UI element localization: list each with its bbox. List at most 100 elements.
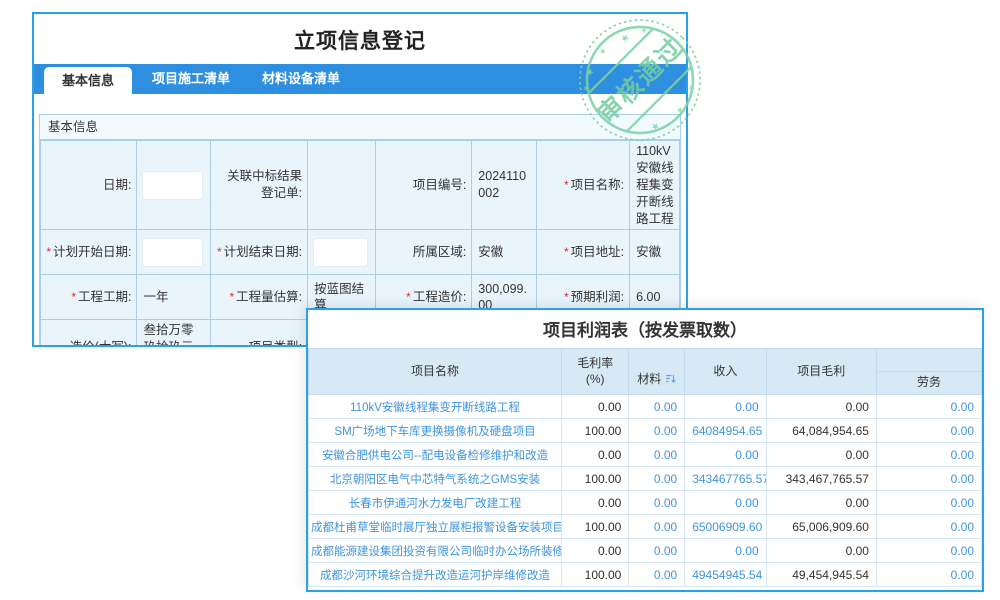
required-asterisk: * [564,245,569,259]
gross-margin-value: 100.00 [562,563,629,587]
gross-profit-value: 343,467,765.57 [766,467,876,491]
field-value [308,141,376,230]
project-name-link[interactable]: SM广场地下车库更换摄像机及硬盘项目 [309,419,562,443]
required-asterisk: * [46,245,51,259]
page: { "colors": { "panel_border": "#2aa3e3",… [0,0,1000,600]
sort-icon[interactable] [665,373,676,384]
field-label: 项目类型: [210,320,307,347]
table-row: 成都杜甫草堂临时展厅独立展柜报警设备安装项目100.000.0065006909… [309,515,982,539]
field-value [308,230,376,275]
table-row: 安徽合肥供电公司--配电设备检修维护和改造0.000.000.000.000.0… [309,443,982,467]
income-value: 0.00 [685,539,766,563]
profit-panel: 项目利润表（按发票取数） 项目名称 毛利率 (%) 材料 收入 项目毛利 劳务 … [306,308,984,592]
labor-value: 0.00 [876,419,981,443]
field-label: 日期: [41,141,137,230]
field-label: *工程工期: [41,275,137,320]
project-name-link[interactable]: 长春市伊通河水力发电厂改建工程 [309,491,562,515]
project-name-link[interactable]: 成都杜甫草堂临时展厅独立展柜报警设备安装项目 [309,515,562,539]
income-value: 49454945.54 [685,563,766,587]
income-value: 0.00 [685,491,766,515]
field-label: *项目名称: [536,141,629,230]
col-header-material-label: 材料 [637,372,661,386]
table-row: 110kV安徽线程集变开断线路工程0.000.000.000.000.00 [309,395,982,419]
income-value: 0.00 [685,443,766,467]
table-row: 成都能源建设集团投资有限公司临时办公场所装修改0.000.000.000.000… [309,539,982,563]
field-value: 一年 [137,275,210,320]
date-input-redacted[interactable] [314,239,367,266]
gross-profit-value: 0.00 [766,491,876,515]
labor-value: 0.00 [876,539,981,563]
required-asterisk: * [71,290,76,304]
required-asterisk: * [564,290,569,304]
tab-construction-list[interactable]: 项目施工清单 [136,64,246,94]
material-value: 0.00 [629,467,685,491]
field-label: *计划结束日期: [210,230,307,275]
field-value: 安徽 [630,230,680,275]
labor-value: 0.00 [876,467,981,491]
field-label: *计划开始日期: [41,230,137,275]
field-value: 2024110002 [472,141,537,230]
col-header-project-name: 项目名称 [309,349,562,395]
gross-profit-value: 64,084,954.65 [766,419,876,443]
project-name-link[interactable]: 成都能源建设集团投资有限公司临时办公场所装修改 [309,539,562,563]
labor-value: 0.00 [876,395,981,419]
income-value: 65006909.60 [685,515,766,539]
tab-bar: 基本信息 项目施工清单 材料设备清单 [34,64,686,94]
required-asterisk: * [229,290,234,304]
gross-profit-value: 0.00 [766,539,876,563]
field-label: 关联中标结果登记单: [210,141,307,230]
required-asterisk: * [406,290,411,304]
field-label: *工程量估算: [210,275,307,320]
form-row: *计划开始日期:*计划结束日期:所属区域:安徽*项目地址:安徽 [41,230,680,275]
project-name-link[interactable]: 110kV安徽线程集变开断线路工程 [309,395,562,419]
table-row: SM广场地下车库更换摄像机及硬盘项目100.00 0.00 64084954.656… [309,419,982,443]
page-title: 立项信息登记 [34,14,686,64]
gross-margin-value: 100.00 [562,467,629,491]
gross-margin-value: 100.00 [562,419,629,443]
col-header-gross-margin: 毛利率 (%) [562,349,629,395]
project-name-link[interactable]: 安徽合肥供电公司--配电设备检修维护和改造 [309,443,562,467]
col-header-project-gross-profit: 项目毛利 [766,349,876,395]
form-row: 日期:关联中标结果登记单:项目编号:2024110002*项目名称:110kV安… [41,141,680,230]
gross-profit-value: 65,006,909.60 [766,515,876,539]
material-value: 0.00 [629,515,685,539]
profit-table-title: 项目利润表（按发票取数） [308,310,982,348]
date-input-redacted[interactable] [143,239,202,266]
field-label: 项目编号: [375,141,471,230]
income-value: 64084954.65 [685,419,766,443]
table-row: 长春市伊通河水力发电厂改建工程0.000.000.000.000.00 [309,491,982,515]
labor-value: 0.00 [876,491,981,515]
tab-basic-info[interactable]: 基本信息 [44,67,132,94]
material-value: 0.00 [629,443,685,467]
field-value [137,230,210,275]
field-value [137,141,210,230]
table-row: 成都沙河环境综合提升改造运河护岸维修改造100.000.0049454945.5… [309,563,982,587]
col-header-labor-group [876,349,981,372]
gross-margin-value: 0.00 [562,539,629,563]
field-label: *项目地址: [536,230,629,275]
registration-panel: 立项信息登记 基本信息 项目施工清单 材料设备清单 基本信息 日期: 关联中标结果… [32,12,688,347]
col-header-labor: 劳务 [876,372,981,395]
tab-material-equipment-list[interactable]: 材料设备清单 [246,64,356,94]
field-value: 叁拾万零玖拾玖元整 [137,320,210,347]
col-header-income: 收入 [685,349,766,395]
date-input-redacted[interactable] [143,172,202,199]
material-value: 0.00 [629,563,685,587]
required-asterisk: * [564,178,569,192]
gross-profit-value: 0.00 [766,395,876,419]
project-name-link[interactable]: 北京朝阳区电气中芯特气系统之GMS安装 [309,467,562,491]
labor-value: 0.00 [876,515,981,539]
gross-margin-value: 100.00 [562,515,629,539]
col-header-material: 材料 [629,349,685,395]
project-name-link[interactable]: 成都沙河环境综合提升改造运河护岸维修改造 [309,563,562,587]
gross-margin-value: 0.00 [562,395,629,419]
material-value: 0.00 [629,395,685,419]
material-value: 0.00 [629,491,685,515]
labor-value: 0.00 [876,563,981,587]
section-header: 基本信息 [40,115,680,140]
field-value: 安徽 [472,230,537,275]
gross-margin-value: 0.00 [562,443,629,467]
profit-table: 项目名称 毛利率 (%) 材料 收入 项目毛利 劳务 110kV安徽线程集变开断… [308,348,982,587]
gross-profit-value: 49,454,945.54 [766,563,876,587]
material-value: 0.00 [629,539,685,563]
